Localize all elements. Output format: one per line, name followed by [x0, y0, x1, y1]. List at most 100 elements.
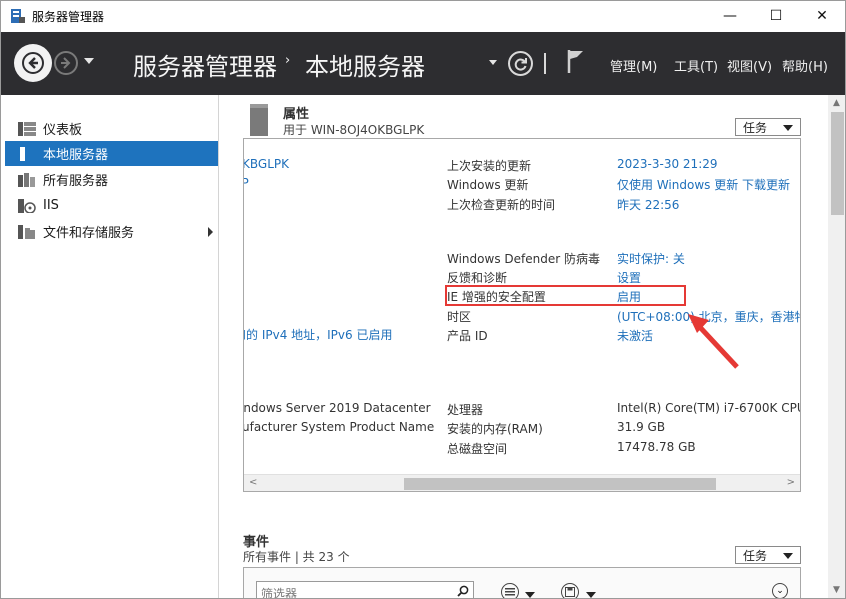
chevron-down-icon: [783, 125, 793, 131]
last-update-value[interactable]: 2023-3-30 21:29: [617, 157, 718, 171]
defender-value[interactable]: 实时保护: 关: [617, 250, 685, 267]
property-label: 反馈和诊断: [447, 271, 508, 285]
property-label: 安装的内存(RAM): [447, 422, 543, 436]
filter-placeholder: 筛选器: [261, 587, 298, 599]
window-title: 服务器管理器: [32, 10, 105, 24]
property-label: 时区: [447, 310, 472, 324]
close-button[interactable]: ✕: [799, 1, 845, 31]
events-tasks-button[interactable]: 任务: [735, 546, 801, 564]
scroll-down-icon[interactable]: ▼: [833, 585, 840, 595]
maximize-icon: ☐: [769, 8, 783, 24]
main-content: 属性 用于 WIN-8OJ4OKBGLPK 任务 KBGLPK IP 和的 IP…: [220, 95, 845, 599]
arrow-left-icon: [22, 52, 44, 74]
storage-icon: [18, 224, 35, 239]
properties-tasks-button[interactable]: 任务: [735, 118, 801, 136]
menu-help[interactable]: 帮助(H): [782, 56, 828, 75]
header-bar: 服务器管理器 › 本地服务器 管理(M) 工具(T) 视图(V) 帮助(H): [1, 32, 845, 95]
header-dropdown-icon[interactable]: [489, 60, 497, 65]
refresh-button[interactable]: [508, 51, 533, 76]
filter-input[interactable]: 筛选器: [256, 581, 474, 599]
list-options-button[interactable]: [501, 583, 519, 598]
scroll-right-icon[interactable]: >: [787, 477, 795, 488]
property-label: 产品 ID: [447, 329, 488, 343]
breadcrumb-local-server: 本地服务器: [305, 53, 425, 81]
property-label: 总磁盘空间: [447, 442, 508, 456]
minimize-button[interactable]: —: [707, 1, 753, 31]
product-id-value[interactable]: 未激活: [617, 327, 653, 344]
maximize-button[interactable]: ☐: [753, 1, 799, 31]
properties-subtitle: 用于 WIN-8OJ4OKBGLPK: [283, 123, 425, 137]
server-icon: [20, 146, 25, 161]
sidebar: 仪表板 本地服务器 所有服务器 IIS 文件和存储服务: [1, 95, 219, 598]
properties-title: 属性: [283, 107, 310, 122]
chevron-down-icon: ⌄: [776, 586, 784, 596]
vertical-scrollbar[interactable]: ▲ ▼: [828, 95, 845, 598]
iis-icon: [18, 198, 36, 213]
property-label: Windows 更新: [447, 178, 529, 192]
chevron-down-icon[interactable]: [525, 592, 535, 598]
sidebar-item-file-storage[interactable]: 文件和存储服务: [5, 219, 218, 244]
header-divider: [544, 53, 546, 74]
sidebar-item-dashboard[interactable]: 仪表板: [5, 116, 218, 141]
scroll-left-icon[interactable]: <: [249, 477, 257, 488]
submenu-arrow-icon[interactable]: [208, 227, 213, 237]
menu-manage[interactable]: 管理(M): [610, 56, 657, 75]
server-tower-icon: [250, 104, 268, 136]
breadcrumb-server-manager[interactable]: 服务器管理器: [133, 47, 277, 82]
vertical-scroll-thumb[interactable]: [831, 112, 844, 215]
ethernet-value[interactable]: 和的 IPv4 地址，IPv6 已启用: [244, 326, 392, 343]
task-button-label: 任务: [743, 120, 768, 135]
refresh-icon: [514, 57, 527, 70]
list-icon: [505, 588, 515, 596]
property-label: 上次安装的更新: [447, 159, 532, 173]
horizontal-scroll-thumb[interactable]: [404, 478, 716, 490]
last-check-value[interactable]: 昨天 22:56: [617, 196, 679, 213]
sidebar-item-iis[interactable]: IIS: [5, 193, 218, 218]
hardware-info-value: ufacturer System Product Name: [243, 420, 435, 434]
properties-panel: KBGLPK IP 和的 IPv4 地址，IPv6 已启用 indows Ser…: [243, 138, 801, 492]
sidebar-item-label: 本地服务器: [43, 148, 109, 163]
arrow-right-icon: [61, 57, 71, 69]
sidebar-item-label: IIS: [43, 198, 59, 213]
dashboard-icon: [18, 121, 36, 136]
scroll-up-icon[interactable]: ▲: [833, 98, 840, 108]
menu-view[interactable]: 视图(V): [727, 56, 772, 75]
sidebar-item-all-servers[interactable]: 所有服务器: [5, 167, 218, 192]
processor-value: Intel(R) Core(TM) i7-6700K CPU: [617, 401, 801, 415]
back-button[interactable]: [14, 44, 52, 82]
sidebar-item-label: 仪表板: [43, 123, 83, 138]
servers-icon: [18, 172, 35, 187]
horizontal-scrollbar[interactable]: < >: [244, 474, 800, 491]
timezone-value[interactable]: (UTC+08:00) 北京，重庆，香港特: [617, 308, 800, 325]
chevron-down-icon[interactable]: [586, 592, 596, 598]
notifications-flag-icon[interactable]: [565, 48, 587, 74]
workgroup-value[interactable]: IP: [244, 176, 249, 190]
task-button-label: 任务: [743, 548, 768, 563]
history-dropdown-icon[interactable]: [84, 58, 94, 64]
memory-value: 31.9 GB: [617, 420, 666, 434]
search-icon[interactable]: [457, 585, 469, 597]
windows-update-value[interactable]: 仅使用 Windows 更新 下载更新: [617, 176, 790, 193]
os-version-value: indows Server 2019 Datacenter: [243, 401, 431, 415]
events-panel: 筛选器 ⌄: [243, 567, 801, 599]
save-query-button[interactable]: [561, 583, 579, 598]
events-subtitle: 所有事件 | 共 23 个: [243, 550, 350, 564]
forward-button[interactable]: [54, 51, 78, 75]
computer-name-value[interactable]: KBGLPK: [244, 157, 289, 171]
minimize-icon: —: [723, 8, 737, 24]
ie-esc-highlight-box: [445, 285, 686, 306]
property-label: 上次检查更新的时间: [447, 198, 556, 212]
sidebar-item-label: 文件和存储服务: [43, 226, 135, 241]
server-manager-app-icon: [11, 9, 25, 23]
property-label: Windows Defender 防病毒: [447, 252, 600, 266]
sidebar-item-label: 所有服务器: [43, 174, 109, 189]
title-bar: 服务器管理器 — ☐ ✕: [1, 1, 845, 32]
sidebar-item-local-server[interactable]: 本地服务器: [5, 141, 218, 166]
server-manager-window: 服务器管理器 — ☐ ✕ 服务器管理器 › 本地服务器 管理(M) 工具(T) …: [0, 0, 846, 599]
property-label: 处理器: [447, 403, 484, 417]
menu-tools[interactable]: 工具(T): [674, 56, 718, 75]
disk-space-value: 17478.78 GB: [617, 440, 696, 454]
feedback-value[interactable]: 设置: [617, 269, 641, 286]
breadcrumb-separator: ›: [285, 53, 291, 68]
expand-button[interactable]: ⌄: [772, 583, 788, 598]
